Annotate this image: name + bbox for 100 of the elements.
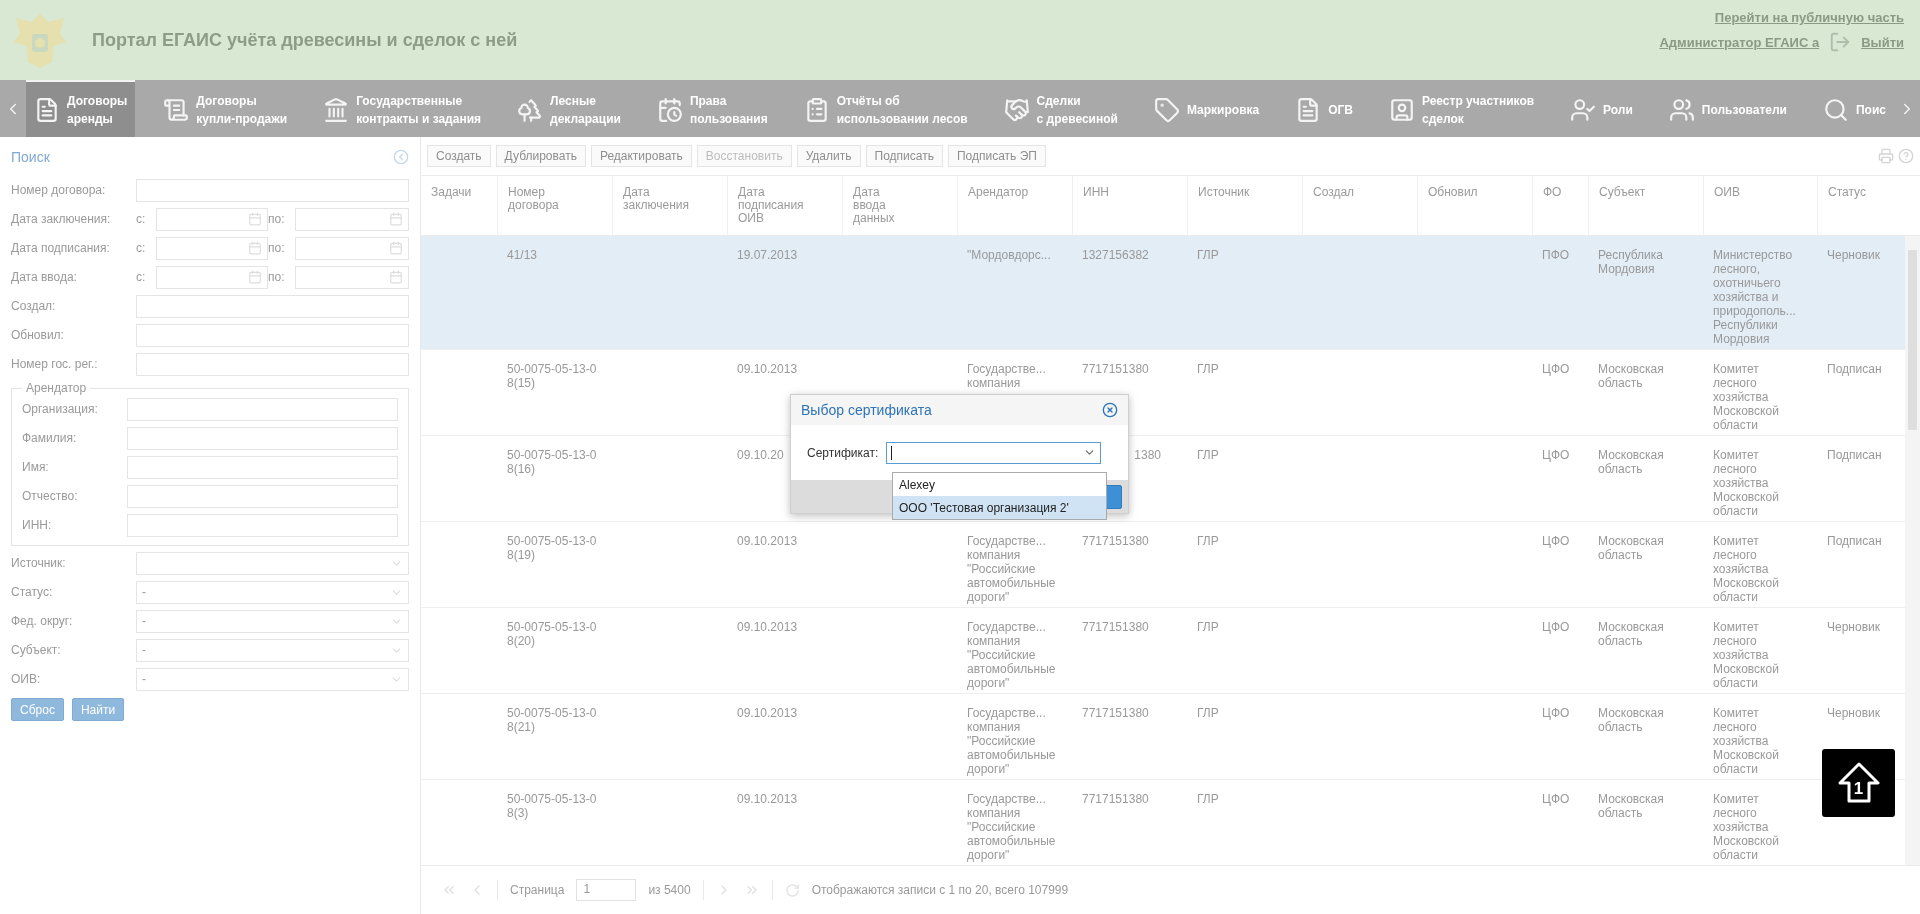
toolbar-button[interactable]: Создать	[427, 145, 491, 167]
calendar-icon[interactable]	[389, 270, 403, 284]
page-field[interactable]: 1	[576, 879, 637, 901]
logout-icon[interactable]	[1829, 31, 1852, 53]
column-header[interactable]: Арендатор	[968, 186, 1062, 199]
text-field[interactable]	[127, 426, 398, 450]
column-header[interactable]: ОИВ	[1714, 186, 1807, 199]
public-part-link[interactable]: Перейти на публичную часть	[1714, 10, 1904, 25]
date-field[interactable]	[295, 207, 409, 231]
column-header[interactable]: Задачи	[431, 186, 487, 199]
column-header[interactable]: Обновил	[1428, 186, 1522, 199]
column-header[interactable]: Номер договора	[508, 186, 602, 212]
column-header[interactable]: Дата подписания ОИВ	[738, 186, 832, 225]
date-field[interactable]	[295, 236, 409, 260]
nav-tab[interactable]: Государственные контракты и задания	[315, 80, 490, 137]
toolbar-button[interactable]: Дублировать	[495, 145, 586, 167]
date-field[interactable]	[156, 207, 268, 231]
table-cell: Черновик	[1827, 248, 1880, 262]
calendar-clock-icon	[656, 96, 683, 123]
text-field[interactable]	[136, 323, 409, 347]
table-cell: 7717151380	[1082, 792, 1149, 806]
from-label: с:	[136, 270, 147, 284]
nav-tab[interactable]: Права пользования	[648, 80, 776, 137]
text-field[interactable]	[136, 294, 409, 318]
user-link[interactable]: Администратор ЕГАИС а	[1659, 34, 1820, 50]
printer-icon[interactable]	[1878, 148, 1894, 164]
column-header[interactable]: Дата ввода данных	[853, 186, 947, 225]
table-cell: 09.10.2013	[737, 362, 798, 376]
select-field[interactable]: -	[136, 609, 409, 633]
from-label: с:	[136, 212, 147, 226]
logout-link[interactable]: Выйти	[1861, 34, 1904, 50]
handshake-icon	[1003, 96, 1030, 123]
select-field[interactable]: -	[136, 667, 409, 691]
table-cell: 50-0075-05-13-0 8(3)	[507, 792, 597, 820]
collapse-icon[interactable]	[393, 149, 409, 165]
text-field[interactable]	[127, 455, 398, 479]
portal-title: Портал ЕГАИС учёта древесины и сделок с ней	[92, 29, 519, 51]
column-header[interactable]: Субъект	[1599, 186, 1693, 199]
calendar-icon[interactable]	[389, 241, 403, 255]
table-cell: 09.10.2013	[737, 534, 798, 548]
id-card-icon	[1388, 96, 1415, 123]
date-field[interactable]	[156, 236, 268, 260]
column-header[interactable]: Статус	[1828, 186, 1895, 199]
nav-tab[interactable]: Маркировка	[1145, 80, 1268, 137]
field-label: ОИВ:	[11, 672, 42, 686]
column-header[interactable]: Создал	[1313, 186, 1407, 199]
search-button[interactable]: Сброс	[11, 698, 64, 721]
calendar-icon[interactable]	[389, 212, 403, 226]
table-cell: Черновик	[1827, 620, 1880, 634]
select-field[interactable]	[136, 551, 409, 575]
field-label: Дата заключения:	[11, 212, 112, 226]
nav-tab[interactable]: Лесные декларации	[509, 80, 629, 137]
field-label: Дата ввода:	[11, 270, 78, 284]
nav-tab[interactable]: Договоры аренды	[26, 80, 136, 137]
nav-tab[interactable]: ОГВ	[1287, 80, 1361, 137]
toolbar-button[interactable]: Удалить	[796, 145, 861, 167]
page-count: из 5400	[648, 883, 691, 897]
dropdown-option[interactable]: ООО 'Тестовая организация 2'	[893, 496, 1106, 519]
table-cell: ЦФО	[1542, 534, 1570, 548]
to-label: по:	[268, 212, 286, 226]
certificate-combobox[interactable]	[886, 441, 1102, 464]
nav-tab[interactable]: Договоры купли-продажи	[155, 80, 296, 137]
search-button[interactable]: Найти	[71, 698, 125, 721]
select-field[interactable]: -	[136, 580, 409, 604]
scroll-top-button[interactable]: 1	[1822, 749, 1895, 817]
calendar-icon[interactable]	[248, 212, 262, 226]
nav-tab[interactable]: Отчёты об использовании лесов	[795, 80, 976, 137]
select-field[interactable]: -	[136, 638, 409, 662]
toolbar-button[interactable]: Редактировать	[590, 145, 692, 167]
column-header[interactable]: ИНН	[1083, 186, 1177, 199]
refresh-icon[interactable]	[784, 882, 800, 898]
text-field[interactable]	[136, 178, 409, 202]
help-icon[interactable]	[1898, 148, 1914, 164]
nav-tab[interactable]: Реестр участников сделок	[1380, 80, 1543, 137]
text-field[interactable]	[127, 397, 398, 421]
nav-tab[interactable]: Сделки с древесиной	[995, 80, 1126, 137]
table-cell: Черновик	[1827, 706, 1880, 720]
text-field[interactable]	[127, 513, 398, 537]
calendar-icon[interactable]	[248, 241, 262, 255]
column-header[interactable]: Источник	[1198, 186, 1292, 199]
table-row[interactable]: 41/13 19.07.2013 "Мордовдорс... 1327156382 ГЛР ПФО Республика Мордовия Министерство лесного, охотничьего хозяйства и природополь... Республики Мордовия Черновик	[421, 236, 1905, 350]
table-cell: Государстве... компания "Российские автомобильные дороги"	[967, 792, 1056, 862]
text-field[interactable]	[127, 484, 398, 508]
nav-tab[interactable]: Пользователи	[1660, 80, 1795, 137]
column-header[interactable]: Дата заключения	[623, 186, 717, 212]
text-field[interactable]	[136, 352, 409, 376]
nav-tab[interactable]: Роли	[1562, 80, 1641, 137]
table-cell: ЦФО	[1542, 362, 1570, 376]
nav-tab[interactable]: Поис	[1814, 80, 1894, 137]
toolbar-button[interactable]: Подписать	[865, 145, 943, 167]
column-header[interactable]: ФО	[1543, 186, 1578, 199]
scrollbar[interactable]	[1905, 236, 1920, 865]
close-icon[interactable]	[1102, 402, 1118, 418]
date-field[interactable]	[295, 265, 409, 289]
field-label: Источник:	[11, 556, 67, 570]
table-cell: 50-0075-05-13-0 8(21)	[507, 706, 597, 734]
calendar-icon[interactable]	[248, 270, 262, 284]
table-cell: Министерство лесного, охотничьего хозяйства и природополь... Республики Мордовия	[1713, 248, 1796, 346]
toolbar-button[interactable]: Подписать ЭП	[947, 145, 1046, 167]
date-field[interactable]	[156, 265, 268, 289]
